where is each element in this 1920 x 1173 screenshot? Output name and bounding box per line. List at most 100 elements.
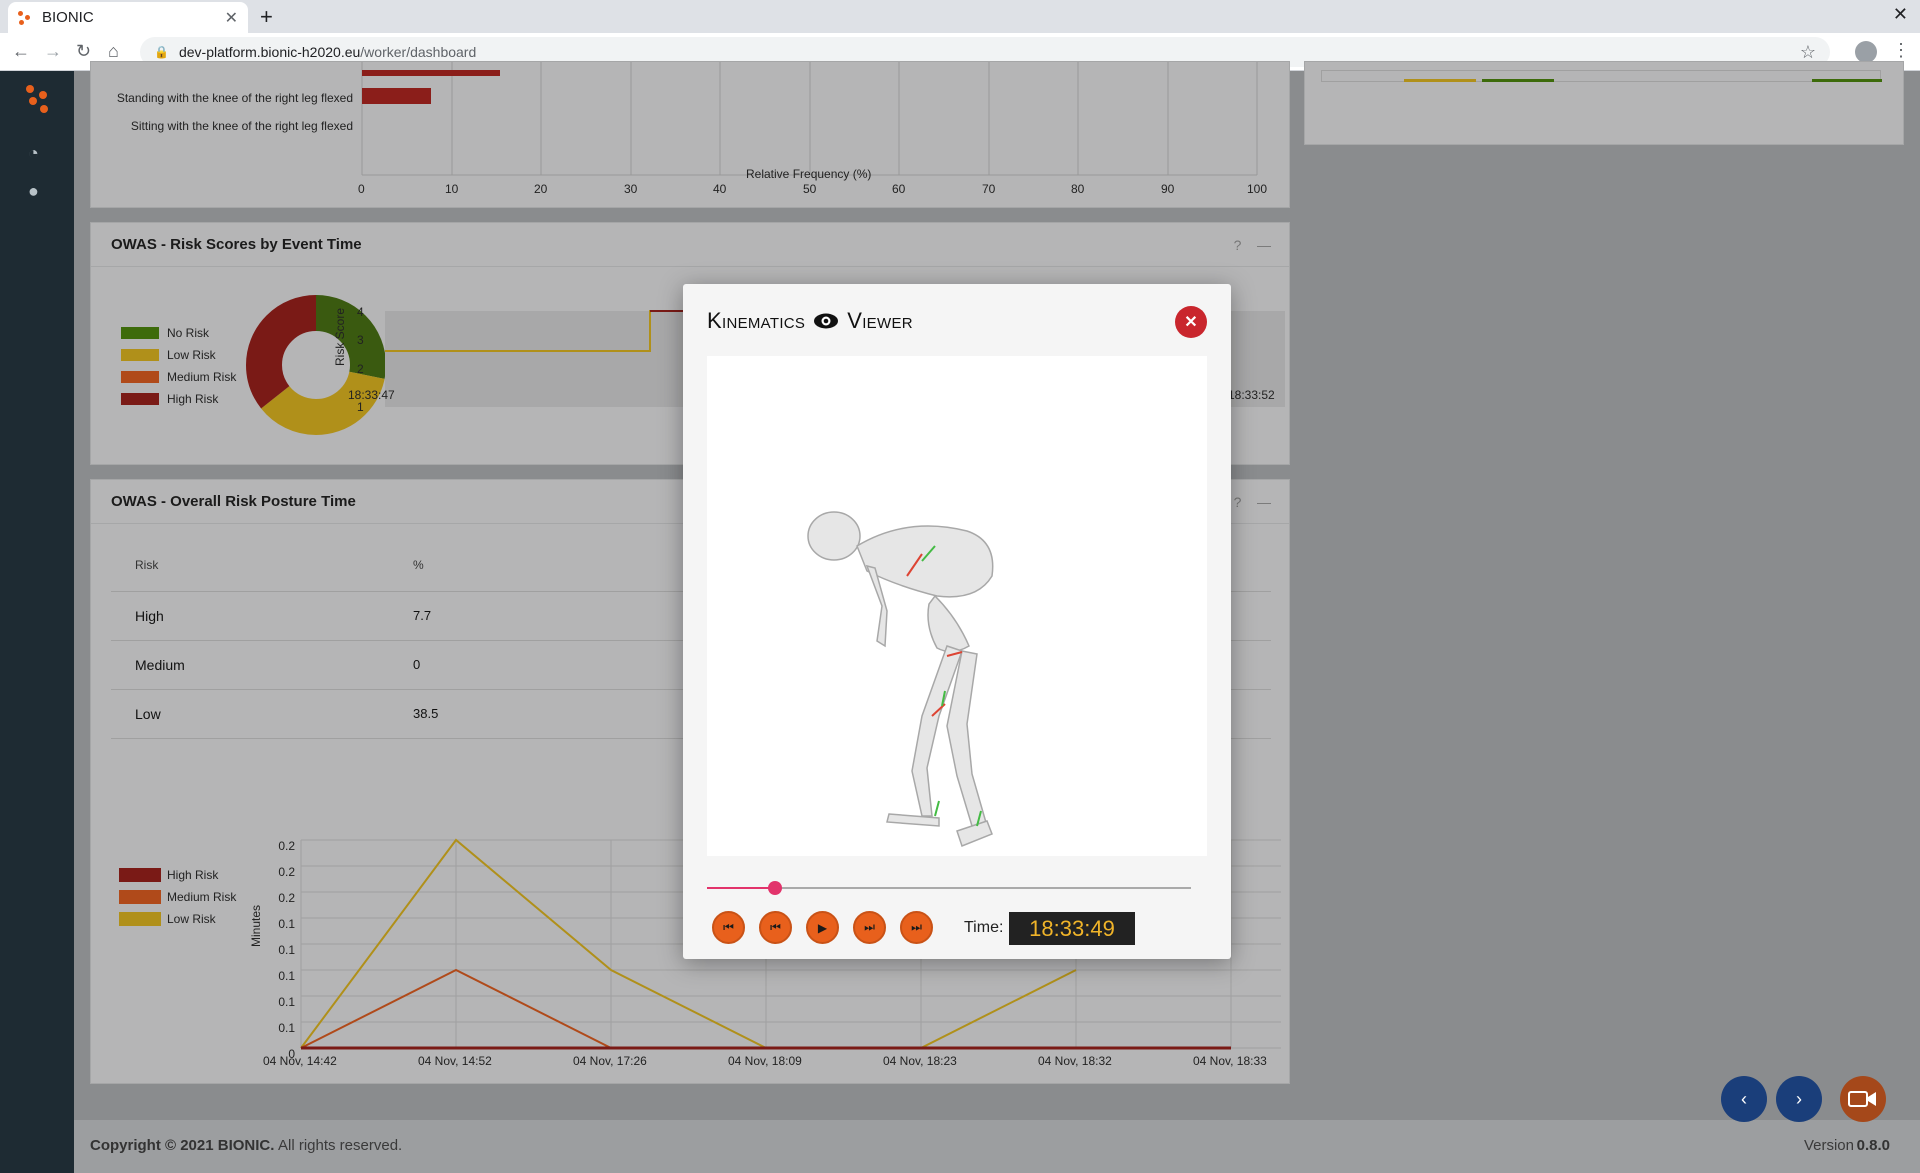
skeleton-3d-viewer[interactable] <box>707 356 1207 856</box>
skip-forward-icon: ⏭ <box>911 920 922 934</box>
freq-tick: 50 <box>803 182 817 196</box>
summary-strip <box>1321 70 1882 82</box>
overall-ytick: 0.1 <box>278 917 295 931</box>
overall-xtick: 04 Nov, 18:23 <box>883 1054 957 1068</box>
kinematics-viewer-modal: Kinematics Viewer ✕ ⏮ ⏮ ▶ ⏭ ⏭ Time: 18:3… <box>683 284 1231 959</box>
strip-none-2 <box>1812 79 1882 82</box>
tab-close-icon[interactable]: ✕ <box>225 8 238 28</box>
bookmark-star-icon[interactable]: ☆ <box>1800 42 1816 63</box>
overall-xtick: 04 Nov, 18:33 <box>1193 1054 1267 1068</box>
reload-icon[interactable]: ↻ <box>76 41 91 62</box>
title-kinematics: Kinematics <box>707 308 806 333</box>
play-button[interactable]: ▶ <box>806 911 839 944</box>
risk-xtick-start: 18:33:47 <box>348 388 395 402</box>
freq-tick: 0 <box>358 182 365 196</box>
copyright-text: Copyright © 2021 BIONIC. <box>90 1137 275 1154</box>
url-path: /worker/dashboard <box>360 44 477 60</box>
time-display: 18:33:49 <box>1009 912 1135 945</box>
play-icon: ▶ <box>817 920 828 935</box>
freq-tick: 20 <box>534 182 548 196</box>
kinematics-video-button[interactable] <box>1840 1076 1886 1122</box>
footer: Copyright © 2021 BIONIC. All rights rese… <box>74 1120 1920 1173</box>
bar-standing-knee-flexed <box>362 88 431 104</box>
frequency-chart <box>361 62 1258 176</box>
freq-category-label: Standing with the knee of the right leg … <box>116 91 353 105</box>
freq-tick: 100 <box>1247 182 1268 196</box>
freq-tick: 30 <box>624 182 638 196</box>
timeline-handle[interactable] <box>767 881 782 895</box>
step-forward-button[interactable]: ⏭ <box>853 911 886 944</box>
bar-partial <box>362 70 500 76</box>
skeleton-figure <box>807 511 994 847</box>
lock-icon: 🔒 <box>154 45 169 59</box>
new-tab-icon[interactable]: + <box>260 4 273 30</box>
close-icon: ✕ <box>1184 314 1198 331</box>
skip-back-icon: ⏮ <box>723 920 734 934</box>
overall-yticks: 0.2 0.2 0.2 0.1 0.1 0.1 0.1 0.1 0 <box>267 833 295 1067</box>
next-button[interactable]: › <box>1776 1076 1822 1122</box>
overall-xtick: 04 Nov, 18:09 <box>728 1054 802 1068</box>
freq-tick: 90 <box>1161 182 1175 196</box>
app-sidebar: ◔ ● <box>0 71 74 1173</box>
title-viewer: Viewer <box>847 308 913 333</box>
eye-icon <box>814 313 839 329</box>
strip-low <box>1404 79 1476 82</box>
tab-title: BIONIC <box>42 9 94 26</box>
overall-ytick: 0.2 <box>278 865 295 879</box>
time-label: Time: <box>964 919 1004 936</box>
step-back-icon: ⏮ <box>770 920 781 934</box>
browser-menu-icon[interactable]: ⋮ <box>1892 40 1910 61</box>
overall-xtick: 04 Nov, 14:42 <box>263 1054 337 1068</box>
version-label: Version <box>1803 1137 1854 1154</box>
browser-tabbar: BIONIC ✕ + ✕ <box>0 0 1920 33</box>
chevron-right-icon: › <box>1796 1088 1802 1109</box>
profile-avatar[interactable] <box>1855 41 1877 63</box>
step-back-button[interactable]: ⏮ <box>759 911 792 944</box>
back-icon[interactable]: ← <box>12 41 30 62</box>
bionic-logo-icon[interactable] <box>26 85 50 115</box>
modal-title: Kinematics Viewer <box>707 308 913 334</box>
freq-tick: 80 <box>1071 182 1085 196</box>
overall-ytick: 0.2 <box>278 891 295 905</box>
freq-tick: 70 <box>982 182 996 196</box>
chevron-left-icon: ‹ <box>1741 1088 1747 1109</box>
timeline-slider[interactable] <box>707 881 1191 895</box>
overall-xtick: 04 Nov, 14:52 <box>418 1054 492 1068</box>
video-camera-icon <box>1848 1091 1876 1107</box>
dashboard-gauge-icon[interactable]: ◔ <box>28 143 39 164</box>
freq-tick: 40 <box>713 182 727 196</box>
overall-ytick: 0.1 <box>278 943 295 957</box>
bionic-favicon-icon <box>18 10 32 25</box>
browser-tab[interactable]: BIONIC ✕ <box>8 2 248 33</box>
version-number: 0.8.0 <box>1856 1137 1890 1154</box>
axis-marker <box>934 800 940 817</box>
overall-ytick: 0.1 <box>278 995 295 1009</box>
prev-button[interactable]: ‹ <box>1721 1076 1767 1122</box>
step-forward-icon: ⏭ <box>864 920 875 934</box>
pelvis <box>927 594 970 653</box>
freq-tick: 10 <box>445 182 459 196</box>
overall-ytick: 0.1 <box>278 1021 295 1035</box>
right-foot <box>956 820 993 847</box>
skull <box>807 511 861 561</box>
overall-xtick: 04 Nov, 17:26 <box>573 1054 647 1068</box>
skip-to-start-button[interactable]: ⏮ <box>712 911 745 944</box>
user-icon[interactable]: ● <box>28 181 39 202</box>
modal-close-button[interactable]: ✕ <box>1175 306 1207 338</box>
forward-icon[interactable]: → <box>44 41 62 62</box>
overall-ytick: 0.2 <box>278 839 295 853</box>
window-close-icon[interactable]: ✕ <box>1893 4 1908 25</box>
home-icon[interactable]: ⌂ <box>108 41 119 62</box>
overall-ytick: 0.1 <box>278 969 295 983</box>
rights-text: All rights reserved. <box>278 1137 403 1154</box>
freq-tick: 60 <box>892 182 906 196</box>
url-host: dev-platform.bionic-h2020.eu <box>178 44 361 60</box>
right-summary-card <box>1304 61 1904 145</box>
timeline-progress <box>707 887 775 889</box>
overall-xtick: 04 Nov, 18:32 <box>1038 1054 1112 1068</box>
risk-xtick-end: 18:33:52 <box>1228 388 1275 402</box>
freq-category-label: Sitting with the knee of the right leg f… <box>130 119 353 133</box>
medium-risk-line <box>300 968 766 1049</box>
skip-to-end-button[interactable]: ⏭ <box>900 911 933 944</box>
freq-xlabel: Relative Frequency (%) <box>746 167 872 181</box>
